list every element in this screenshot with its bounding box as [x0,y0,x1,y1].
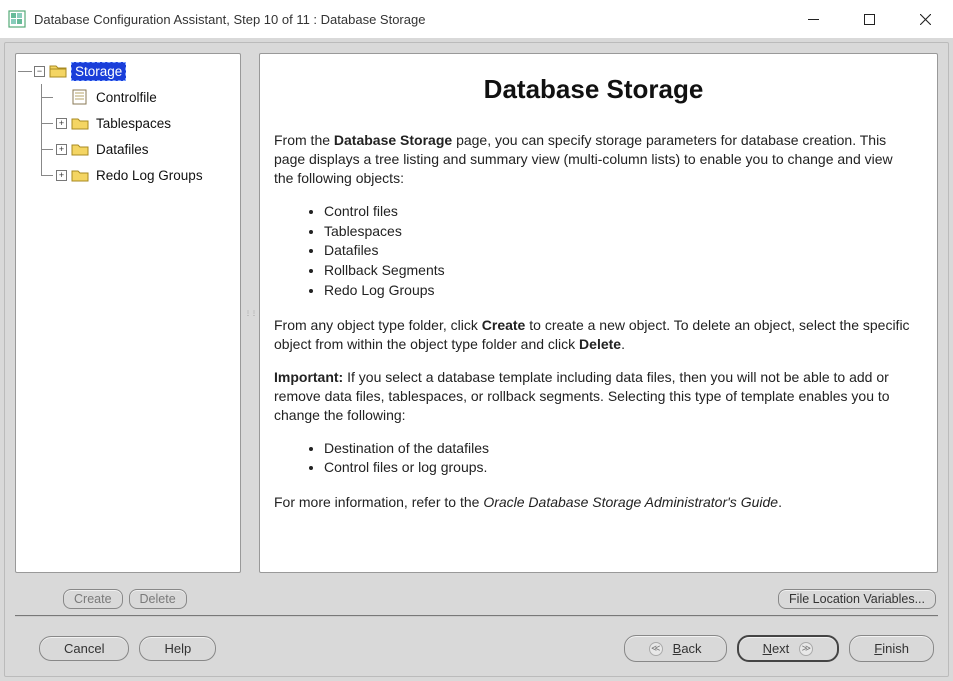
create-button[interactable]: Create [63,589,123,609]
chevron-left-icon: ≪ [649,642,663,656]
splitter-handle[interactable]: ⋮⋮⋮ [245,53,249,573]
file-icon [71,89,89,105]
maximize-button[interactable] [841,0,897,38]
list-item: Control files or log groups. [324,458,913,477]
close-button[interactable] [897,0,953,38]
tree-panel[interactable]: − Storage Controlfile [15,53,241,573]
minimize-button[interactable] [785,0,841,38]
important-paragraph: Important: If you select a database temp… [274,368,913,425]
accel: N [763,641,772,656]
list-item: Control files [324,202,913,221]
list-item: Tablespaces [324,222,913,241]
tree-node-redolog[interactable]: + Redo Log Groups [18,162,238,188]
text: ext [772,641,789,656]
text: From the [274,132,334,148]
folder-icon [71,115,89,131]
tree-label: Datafiles [93,141,152,158]
text: From any object type folder, click [274,317,482,333]
tree-label: Storage [71,62,126,81]
delete-button[interactable]: Delete [129,589,187,609]
text-bold: Create [482,317,526,333]
reference-paragraph: For more information, refer to the Oracl… [274,493,913,512]
folder-open-icon [49,63,67,79]
text: If you select a database template includ… [274,369,890,423]
tree-label: Controlfile [93,89,160,106]
tree-label: Redo Log Groups [93,167,206,184]
tree-node-tablespaces[interactable]: + Tablespaces [18,110,238,136]
expand-icon[interactable]: + [56,118,67,129]
file-location-variables-button[interactable]: File Location Variables... [778,589,936,609]
tree-label: Tablespaces [93,115,174,132]
objects-list: Control files Tablespaces Datafiles Roll… [324,202,913,300]
expand-icon[interactable]: + [56,144,67,155]
text-bold: Important: [274,369,343,385]
create-delete-paragraph: From any object type folder, click Creat… [274,316,913,354]
title-bar: Database Configuration Assistant, Step 1… [0,0,953,38]
text-bold: Database Storage [334,132,452,148]
list-item: Redo Log Groups [324,281,913,300]
finish-button[interactable]: Finish [849,635,934,662]
folder-icon [71,141,89,157]
intro-paragraph: From the Database Storage page, you can … [274,131,913,188]
help-button[interactable]: Help [139,636,216,661]
chevron-right-icon: ≫ [799,642,813,656]
template-list: Destination of the datafiles Control fil… [324,439,913,478]
cancel-button[interactable]: Cancel [39,636,129,661]
text-italic: Oracle Database Storage Administrator's … [483,494,778,510]
text: . [621,336,625,352]
text: inish [882,641,909,656]
page-heading: Database Storage [274,74,913,105]
list-item: Rollback Segments [324,261,913,280]
text: . [778,494,782,510]
collapse-icon[interactable]: − [34,66,45,77]
text-bold: Delete [579,336,621,352]
text: ack [681,641,701,656]
window-title: Database Configuration Assistant, Step 1… [34,12,785,27]
content-panel: Database Storage From the Database Stora… [259,53,938,573]
window-controls [785,0,953,38]
tree-node-controlfile[interactable]: Controlfile [18,84,238,110]
next-button[interactable]: Next ≫ [737,635,840,662]
text: For more information, refer to the [274,494,483,510]
app-icon [8,10,26,28]
list-item: Destination of the datafiles [324,439,913,458]
dialog-body: − Storage Controlfile [4,42,949,677]
bottom-toolbar: Cancel Help ≪ Back Next ≫ Finish [15,627,938,666]
mid-toolbar: Create Delete File Location Variables... [15,583,938,617]
expand-icon[interactable]: + [56,170,67,181]
tree-node-datafiles[interactable]: + Datafiles [18,136,238,162]
folder-icon [71,167,89,183]
list-item: Datafiles [324,241,913,260]
back-button[interactable]: ≪ Back [624,635,727,662]
tree-node-storage[interactable]: − Storage [18,58,238,84]
